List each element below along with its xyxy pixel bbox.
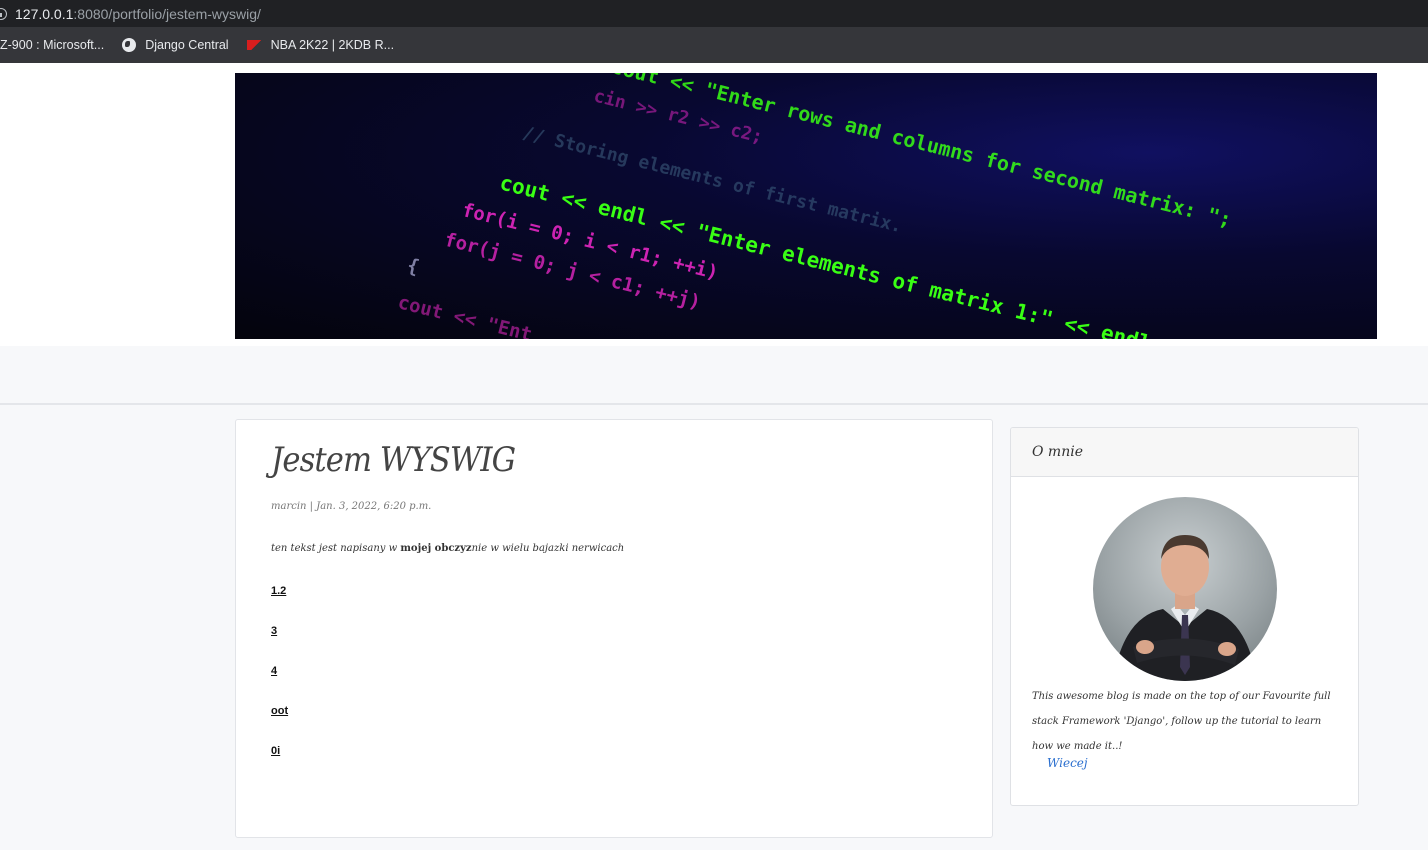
- nav-strip: [0, 346, 1428, 405]
- more-button[interactable]: Wiecej: [1047, 756, 1088, 770]
- post-link-4[interactable]: oot: [271, 705, 288, 717]
- bookmark-django-central[interactable]: Django Central: [122, 38, 229, 52]
- about-card-header: O mnie: [1011, 428, 1358, 477]
- post-link-5[interactable]: 0i: [271, 745, 280, 757]
- post-body-text: ten tekst jest napisany w: [271, 543, 401, 554]
- post-title: Jestem WYSWIG: [271, 440, 516, 480]
- code-line: cout << "Ent: [396, 291, 535, 339]
- code-line: // Storing elements of first matrix.: [520, 122, 904, 237]
- info-icon[interactable]: [0, 7, 7, 20]
- code-line: cout << "Enter rows and columns for seco…: [609, 73, 1234, 232]
- url-path: :8080/portfolio/jestem-wyswig/: [73, 5, 261, 22]
- bookmark-label: NBA 2K22 | 2KDB R...: [270, 38, 395, 52]
- about-text: This awesome blog is made on the top of …: [1032, 691, 1331, 752]
- globe-icon: [122, 38, 137, 52]
- post-body-bold: mojej obczyz: [400, 543, 472, 554]
- address-bar[interactable]: 127.0.0.1:8080/portfolio/jestem-wyswig/: [0, 0, 1428, 27]
- post-card: [235, 419, 993, 838]
- avatar-portrait: [1113, 535, 1257, 681]
- post-link-3[interactable]: 4: [271, 665, 277, 677]
- bookmark-z900[interactable]: Z-900 : Microsoft...: [0, 38, 104, 52]
- url-host: 127.0.0.1: [15, 5, 74, 22]
- code-line: {: [405, 254, 421, 278]
- bookmark-label: Z-900 : Microsoft...: [0, 38, 105, 52]
- post-link-1[interactable]: 1.2: [271, 585, 286, 597]
- nba-2k-icon: [246, 40, 263, 50]
- post-meta: marcin | Jan. 3, 2022, 6:20 p.m.: [271, 501, 432, 512]
- avatar: [1093, 497, 1277, 681]
- hero-code-svg: cout << "Enter rows and columns for seco…: [396, 73, 1234, 339]
- bookmarks-bar: Z-900 : Microsoft... Django Central NBA …: [0, 27, 1428, 63]
- hero-code-image: cout << "Enter rows and columns for seco…: [235, 73, 1377, 339]
- post-link-2[interactable]: 3: [271, 625, 277, 637]
- bookmark-label: Django Central: [145, 38, 229, 52]
- bookmark-nba2k22[interactable]: NBA 2K22 | 2KDB R...: [246, 38, 395, 52]
- post-body: ten tekst jest napisany w mojej obczyzni…: [271, 543, 624, 554]
- post-body-text: nie w wielu bajazki nerwicach: [471, 543, 625, 554]
